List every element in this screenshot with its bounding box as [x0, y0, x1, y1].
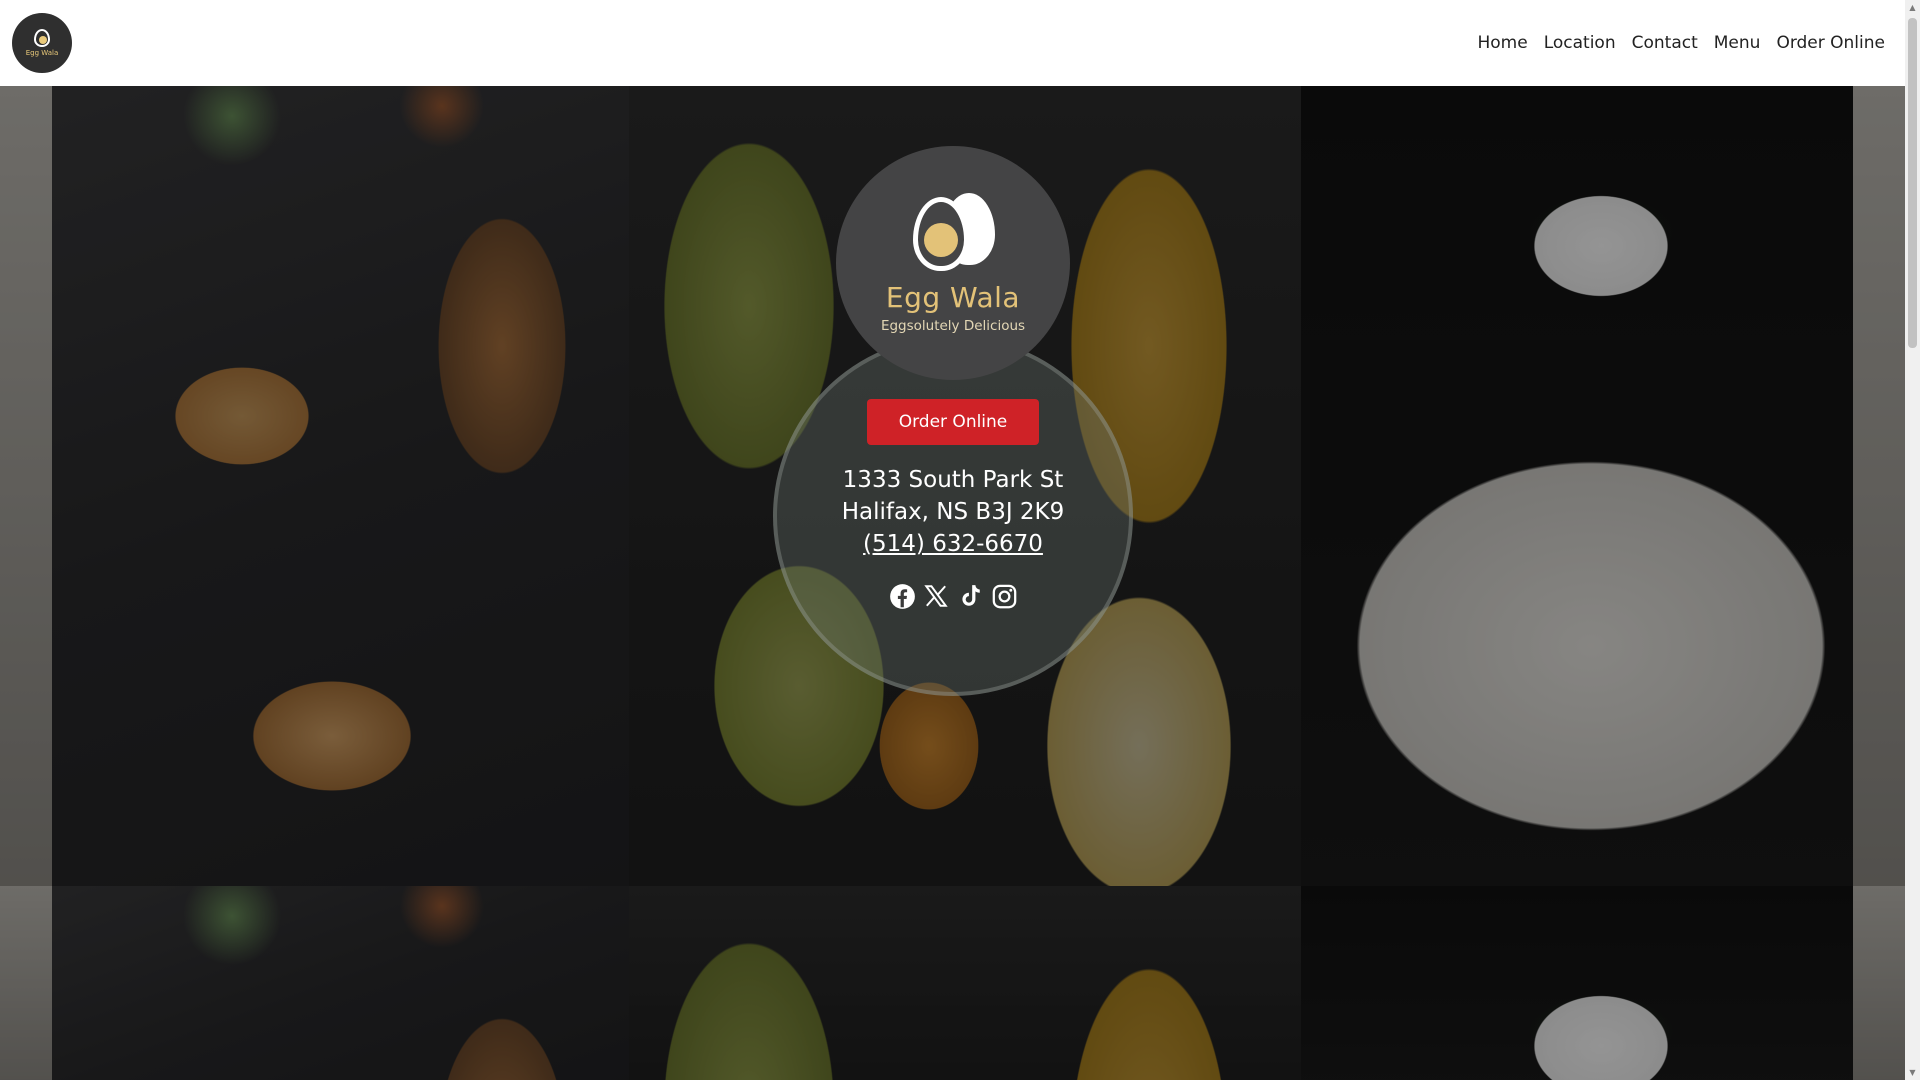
phone-link[interactable]: (514) 632-6670 — [863, 531, 1043, 557]
hero-section: Egg Wala Eggsolutely Delicious Order Onl… — [0, 86, 1905, 1080]
address-street: 1333 South Park St — [842, 467, 1064, 493]
nav-links: Home Location Contact Menu Order Online — [1478, 33, 1886, 53]
nav-link-location[interactable]: Location — [1544, 33, 1616, 53]
food-photo-plate-edge-2 — [0, 886, 52, 1080]
food-photo-sandwich — [1301, 86, 1853, 886]
facebook-icon[interactable] — [888, 582, 916, 610]
scroll-up-arrow-icon[interactable]: ▲ — [1905, 0, 1920, 15]
food-photo-bowls-2 — [629, 886, 1301, 1080]
food-photo-plate-edge — [0, 86, 52, 886]
food-photo-vada-pav-chai — [52, 86, 629, 886]
social-links — [888, 582, 1018, 610]
x-icon[interactable] — [922, 582, 950, 610]
page-scrollbar[interactable]: ▲ ▼ — [1905, 0, 1920, 1080]
scroll-down-arrow-icon[interactable]: ▼ — [1905, 1065, 1920, 1080]
food-photo-sandwich-2 — [1301, 886, 1853, 1080]
egg-icon — [905, 192, 1001, 273]
brand-logo: Egg Wala Eggsolutely Delicious — [836, 146, 1070, 380]
nav-logo-text: Egg Wala — [25, 49, 59, 57]
nav-link-menu[interactable]: Menu — [1714, 33, 1761, 53]
food-photo-plate-edge-right-2 — [1853, 886, 1905, 1080]
nav-link-home[interactable]: Home — [1478, 33, 1528, 53]
nav-link-contact[interactable]: Contact — [1632, 33, 1698, 53]
brand-tagline: Eggsolutely Delicious — [880, 317, 1026, 334]
food-photo-vada-pav-chai-2 — [52, 886, 629, 1080]
nav-link-order-online[interactable]: Order Online — [1776, 33, 1885, 53]
egg-logo-icon — [34, 29, 50, 47]
instagram-icon[interactable] — [990, 582, 1018, 610]
navbar: Egg Wala Home Location Contact Menu Orde… — [0, 0, 1905, 86]
nav-logo[interactable]: Egg Wala — [12, 13, 72, 73]
food-photo-plate-edge-right — [1853, 86, 1905, 886]
scrollbar-thumb[interactable] — [1908, 18, 1917, 348]
address-city: Halifax, NS B3J 2K9 — [841, 499, 1065, 525]
brand-name: Egg Wala — [885, 280, 1021, 314]
order-online-button[interactable]: Order Online — [867, 399, 1039, 445]
tiktok-icon[interactable] — [956, 582, 984, 610]
address-block: 1333 South Park St Halifax, NS B3J 2K9 (… — [753, 464, 1153, 560]
